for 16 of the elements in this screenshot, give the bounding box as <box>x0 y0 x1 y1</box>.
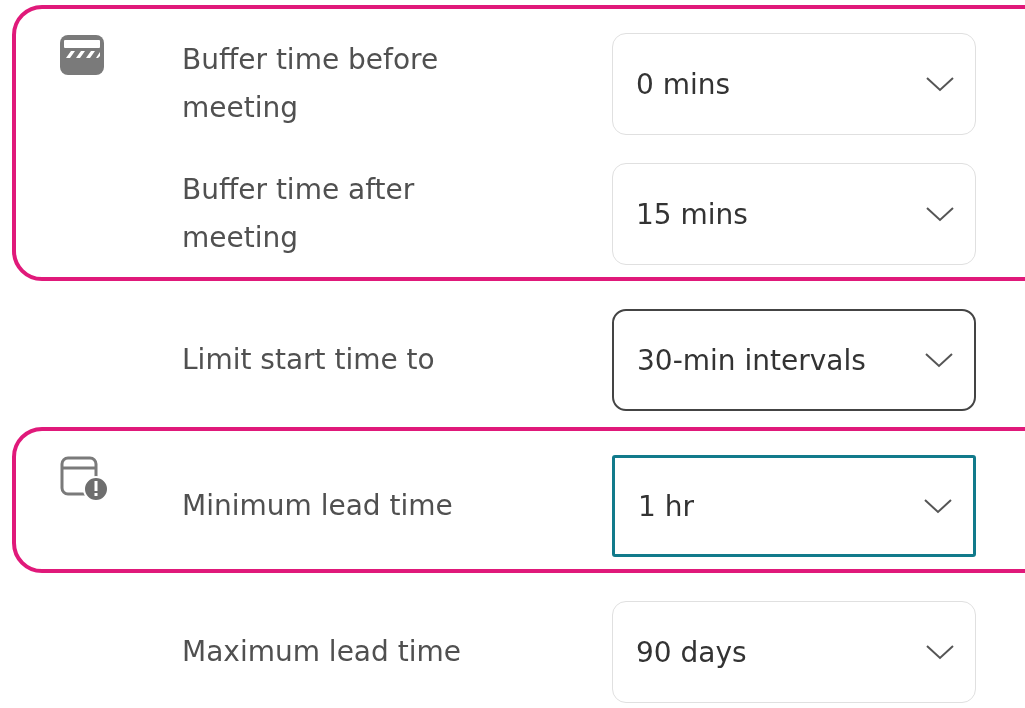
chevron-down-icon <box>923 498 953 514</box>
setting-label: Limit start time to <box>182 342 436 378</box>
setting-label: Minimum lead time <box>182 488 454 524</box>
setting-label: Maximum lead time <box>182 634 462 670</box>
dropdown[interactable]: 30-min intervals <box>612 309 976 411</box>
chevron-down-icon <box>925 76 955 92</box>
calendar-alert-icon <box>58 455 110 503</box>
dropdown[interactable]: 1 hr <box>612 455 976 557</box>
chevron-down-icon <box>924 352 954 368</box>
chevron-down-icon <box>925 206 955 222</box>
chevron-down-icon <box>925 644 955 660</box>
dropdown[interactable]: 15 mins <box>612 163 976 265</box>
setting-label: Buffer time after meeting <box>182 172 416 256</box>
dropdown[interactable]: 0 mins <box>612 33 976 135</box>
setting-label: Buffer time before meeting <box>182 42 440 126</box>
dropdown[interactable]: 90 days <box>612 601 976 703</box>
